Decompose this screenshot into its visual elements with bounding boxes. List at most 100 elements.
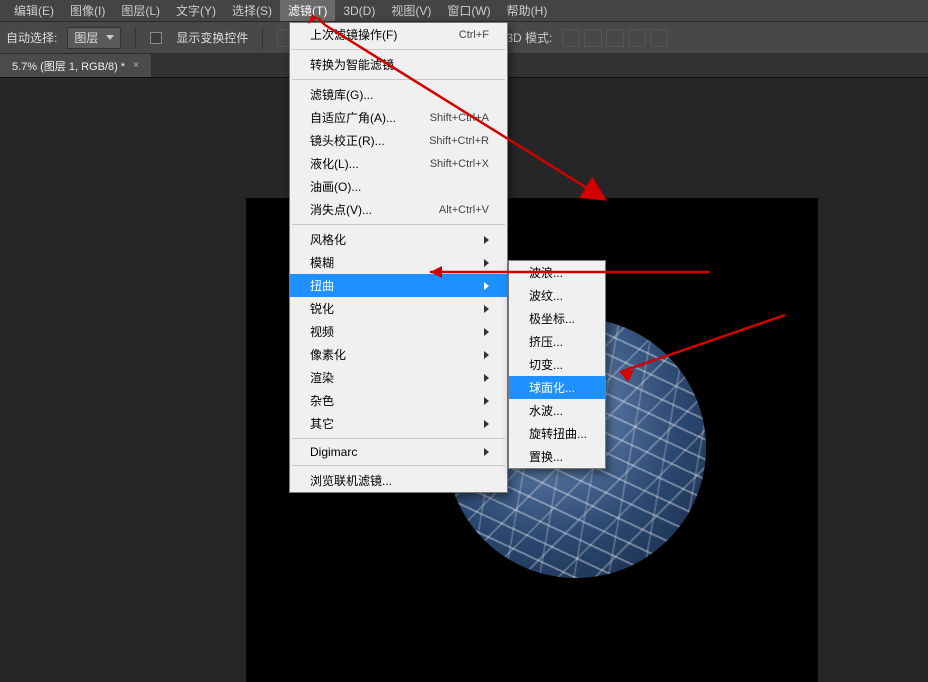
- mi-liquify[interactable]: 液化(L)... Shift+Ctrl+X: [290, 152, 507, 175]
- mode3d-icon[interactable]: [650, 29, 668, 47]
- mi-hotkey: Alt+Ctrl+V: [439, 204, 489, 216]
- auto-select-value: 图层: [74, 29, 98, 46]
- submenu-arrow-icon: [484, 259, 489, 267]
- mi-hotkey: Shift+Ctrl+X: [430, 158, 489, 170]
- mi-label: 其它: [310, 415, 334, 432]
- mi-pixelate[interactable]: 像素化: [290, 343, 507, 366]
- mi-browse-online[interactable]: 浏览联机滤镜...: [290, 469, 507, 492]
- mi-digimarc[interactable]: Digimarc: [290, 442, 507, 462]
- mi-label: 上次滤镜操作(F): [310, 26, 397, 43]
- mi-gallery[interactable]: 滤镜库(G)...: [290, 83, 507, 106]
- mi-vanishing-point[interactable]: 消失点(V)... Alt+Ctrl+V: [290, 198, 507, 221]
- show-transform-label: 显示变换控件: [176, 29, 248, 46]
- mi-label: 风格化: [310, 231, 346, 248]
- menu-select[interactable]: 选择(S): [224, 0, 280, 21]
- mi-label: 浏览联机滤镜...: [310, 472, 392, 489]
- submenu-arrow-icon: [484, 420, 489, 428]
- separator: [292, 79, 505, 80]
- mi-label: 杂色: [310, 392, 334, 409]
- sm-displace[interactable]: 置换...: [509, 445, 605, 468]
- sm-polar[interactable]: 极坐标...: [509, 307, 605, 330]
- separator: [292, 465, 505, 466]
- mode3d-icon[interactable]: [584, 29, 602, 47]
- auto-select-label: 自动选择:: [6, 29, 57, 46]
- mi-stylize[interactable]: 风格化: [290, 228, 507, 251]
- mi-label: 像素化: [310, 346, 346, 363]
- sm-shear[interactable]: 切变...: [509, 353, 605, 376]
- mi-label: 挤压...: [529, 333, 563, 350]
- menu-window[interactable]: 窗口(W): [439, 0, 498, 21]
- mi-render[interactable]: 渲染: [290, 366, 507, 389]
- mi-label: 模糊: [310, 254, 334, 271]
- mi-label: 扭曲: [310, 277, 334, 294]
- mi-label: 水波...: [529, 402, 563, 419]
- mi-sharpen[interactable]: 锐化: [290, 297, 507, 320]
- mi-label: 波纹...: [529, 287, 563, 304]
- submenu-arrow-icon: [484, 236, 489, 244]
- submenu-arrow-icon: [484, 282, 489, 290]
- mi-label: 极坐标...: [529, 310, 575, 327]
- mi-oil-paint[interactable]: 油画(O)...: [290, 175, 507, 198]
- mode3d-icon[interactable]: [628, 29, 646, 47]
- mi-hotkey: Shift+Ctrl+A: [430, 112, 489, 124]
- mi-convert-smart[interactable]: 转换为智能滤镜: [290, 53, 507, 76]
- menu-filter[interactable]: 滤镜(T): [280, 0, 335, 21]
- distort-submenu: 波浪... 波纹... 极坐标... 挤压... 切变... 球面化... 水波…: [508, 260, 606, 469]
- submenu-arrow-icon: [484, 328, 489, 336]
- mi-label: 液化(L)...: [310, 155, 359, 172]
- mi-last-filter[interactable]: 上次滤镜操作(F) Ctrl+F: [290, 23, 507, 46]
- menu-view[interactable]: 视图(V): [383, 0, 439, 21]
- mi-label: Digimarc: [310, 445, 357, 459]
- mi-blur[interactable]: 模糊: [290, 251, 507, 274]
- sm-spherize[interactable]: 球面化...: [509, 376, 605, 399]
- menu-type[interactable]: 文字(Y): [168, 0, 224, 21]
- mi-label: 视频: [310, 323, 334, 340]
- menu-edit[interactable]: 编辑(E): [6, 0, 62, 21]
- mi-label: 滤镜库(G)...: [310, 86, 373, 103]
- mi-lens-correction[interactable]: 镜头校正(R)... Shift+Ctrl+R: [290, 129, 507, 152]
- mi-hotkey: Ctrl+F: [459, 29, 489, 41]
- mode3d-label: 3D 模式:: [506, 29, 552, 46]
- auto-select-dropdown[interactable]: 图层: [67, 27, 121, 49]
- mi-hotkey: Shift+Ctrl+R: [429, 135, 489, 147]
- sm-pinch[interactable]: 挤压...: [509, 330, 605, 353]
- tab-title: 5.7% (图层 1, RGB/8) *: [12, 58, 125, 74]
- sm-twirl[interactable]: 旋转扭曲...: [509, 422, 605, 445]
- divider: [262, 27, 263, 49]
- mode3d-icons: [562, 29, 668, 47]
- divider: [135, 27, 136, 49]
- mi-distort[interactable]: 扭曲: [290, 274, 507, 297]
- mi-noise[interactable]: 杂色: [290, 389, 507, 412]
- separator: [292, 438, 505, 439]
- separator: [292, 49, 505, 50]
- submenu-arrow-icon: [484, 374, 489, 382]
- document-tab[interactable]: 5.7% (图层 1, RGB/8) * ×: [0, 54, 151, 77]
- submenu-arrow-icon: [484, 351, 489, 359]
- mi-other[interactable]: 其它: [290, 412, 507, 435]
- sm-ripple[interactable]: 波纹...: [509, 284, 605, 307]
- menubar: 编辑(E) 图像(I) 图层(L) 文字(Y) 选择(S) 滤镜(T) 3D(D…: [0, 0, 928, 22]
- separator: [292, 224, 505, 225]
- mode3d-icon[interactable]: [606, 29, 624, 47]
- mi-label: 消失点(V)...: [310, 201, 372, 218]
- mi-label: 镜头校正(R)...: [310, 132, 385, 149]
- close-icon[interactable]: ×: [133, 60, 139, 71]
- mi-label: 旋转扭曲...: [529, 425, 587, 442]
- mi-adaptive-wide[interactable]: 自适应广角(A)... Shift+Ctrl+A: [290, 106, 507, 129]
- menu-3d[interactable]: 3D(D): [335, 2, 383, 20]
- menu-image[interactable]: 图像(I): [62, 0, 113, 21]
- mi-label: 自适应广角(A)...: [310, 109, 396, 126]
- mi-video[interactable]: 视频: [290, 320, 507, 343]
- mi-label: 锐化: [310, 300, 334, 317]
- sm-wave[interactable]: 波浪...: [509, 261, 605, 284]
- show-transform-checkbox[interactable]: [150, 32, 162, 44]
- sm-zigzag[interactable]: 水波...: [509, 399, 605, 422]
- filter-dropdown: 上次滤镜操作(F) Ctrl+F 转换为智能滤镜 滤镜库(G)... 自适应广角…: [289, 22, 508, 493]
- chevron-down-icon: [106, 35, 114, 40]
- submenu-arrow-icon: [484, 397, 489, 405]
- menu-layer[interactable]: 图层(L): [113, 0, 168, 21]
- mi-label: 切变...: [529, 356, 563, 373]
- mi-label: 置换...: [529, 448, 563, 465]
- mode3d-icon[interactable]: [562, 29, 580, 47]
- menu-help[interactable]: 帮助(H): [499, 0, 556, 21]
